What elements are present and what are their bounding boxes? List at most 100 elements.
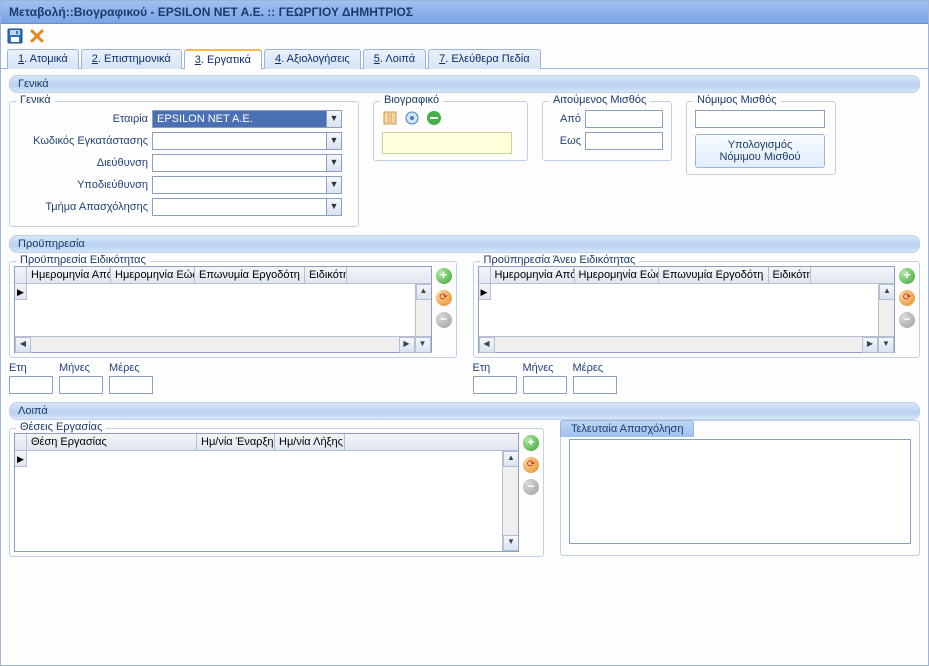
group-last-employment: Τελευταία Απασχόληση bbox=[560, 420, 920, 556]
scrollbar-vertical[interactable]: ▲ bbox=[878, 284, 894, 336]
company-input[interactable] bbox=[153, 111, 326, 127]
scroll-up-icon[interactable]: ▲ bbox=[503, 451, 518, 467]
add-row-icon[interactable] bbox=[523, 435, 539, 451]
remove-icon[interactable] bbox=[426, 110, 442, 126]
group-exp-nospecialty-title: Προϋπηρεσία Άνευ Ειδικότητας bbox=[480, 254, 640, 266]
open-icon[interactable] bbox=[404, 110, 420, 126]
company-label: Εταιρία bbox=[18, 113, 148, 125]
scroll-up-icon[interactable]: ▲ bbox=[879, 284, 894, 300]
legal-salary-input[interactable] bbox=[695, 110, 825, 128]
tab-evaluations[interactable]: 4. Αξιολογήσεις bbox=[264, 49, 361, 69]
tab-work[interactable]: 3. Εργατικά bbox=[184, 49, 262, 69]
group-exp-specialty-title: Προϋπηρεσία Ειδικότητας bbox=[16, 254, 150, 266]
scroll-left-icon[interactable]: ◀ bbox=[15, 337, 31, 353]
grid-exp-specialty[interactable]: Ημερομηνία Από Ημερομηνία Εώς Επωνυμία Ε… bbox=[14, 266, 432, 353]
scroll-up-icon[interactable]: ▲ bbox=[416, 284, 431, 300]
col-employer[interactable]: Επωνυμία Εργοδότη bbox=[195, 267, 305, 283]
save-icon[interactable] bbox=[7, 28, 23, 44]
col-date-to[interactable]: Ημερομηνία Εώς bbox=[575, 267, 659, 283]
group-legal-salary: Νόμιμος Μισθός Υπολογισμός Νόμιμου Μισθο… bbox=[686, 101, 836, 175]
scrollbar-horizontal[interactable]: ◀ ▶ ▼ bbox=[479, 336, 895, 352]
salary-to-input[interactable] bbox=[585, 132, 663, 150]
tabstrip: 1. Ατομικά 2. Επιστημονικά 3. Εργατικά 4… bbox=[1, 48, 928, 69]
group-cv-title: Βιογραφικό bbox=[380, 94, 443, 106]
col-specialty[interactable]: Ειδικότη bbox=[305, 267, 347, 283]
company-combo[interactable]: ▼ bbox=[152, 110, 342, 128]
col-date-from[interactable]: Ημερομηνία Από bbox=[491, 267, 575, 283]
row-indicator-icon: ▶ bbox=[15, 284, 27, 300]
scrollbar-horizontal[interactable]: ◀ ▶ ▼ bbox=[15, 336, 431, 352]
chevron-down-icon[interactable]: ▼ bbox=[326, 111, 341, 127]
scrollbar-vertical[interactable]: ▲ bbox=[415, 284, 431, 336]
col-end-date[interactable]: Ημ/νία Λήξης bbox=[275, 434, 345, 450]
last-employment-textarea[interactable] bbox=[569, 439, 911, 544]
scroll-right-icon[interactable]: ▶ bbox=[399, 337, 415, 353]
cv-file-field[interactable] bbox=[382, 132, 512, 154]
group-general: Γενικά Εταιρία ▼ Κωδικός Εγκατάστασης ▼ bbox=[9, 101, 359, 227]
months-input[interactable] bbox=[523, 376, 567, 394]
group-positions: Θέσεις Εργασίας Θέση Εργασίας Ημ/νία Ένα… bbox=[9, 428, 544, 557]
section-other-header: Λοιπά bbox=[9, 402, 920, 420]
tab-scientific[interactable]: 2. Επιστημονικά bbox=[81, 49, 182, 69]
delete-row-icon[interactable] bbox=[436, 312, 452, 328]
days-input[interactable] bbox=[573, 376, 617, 394]
scroll-down-icon[interactable]: ▼ bbox=[503, 535, 518, 551]
group-exp-nospecialty: Προϋπηρεσία Άνευ Ειδικότητας Ημερομηνία … bbox=[473, 261, 921, 358]
book-icon[interactable] bbox=[382, 110, 398, 126]
subaddress-input[interactable] bbox=[153, 177, 326, 193]
months-label: Μήνες bbox=[59, 362, 103, 374]
months-input[interactable] bbox=[59, 376, 103, 394]
add-row-icon[interactable] bbox=[899, 268, 915, 284]
group-requested-salary: Αιτούμενος Μισθός Από Εως bbox=[542, 101, 672, 161]
col-date-from[interactable]: Ημερομηνία Από bbox=[27, 267, 111, 283]
col-start-date[interactable]: Ημ/νία Έναρξης bbox=[197, 434, 275, 450]
scrollbar-vertical[interactable]: ▲ ▼ bbox=[502, 451, 518, 551]
calc-legal-salary-button[interactable]: Υπολογισμός Νόμιμου Μισθού bbox=[695, 134, 825, 168]
grid-positions[interactable]: Θέση Εργασίας Ημ/νία Έναρξης Ημ/νία Λήξη… bbox=[14, 433, 519, 552]
col-position[interactable]: Θέση Εργασίας bbox=[27, 434, 197, 450]
address-input[interactable] bbox=[153, 155, 326, 171]
grid-exp-nospecialty[interactable]: Ημερομηνία Από Ημερομηνία Εώς Επωνυμία Ε… bbox=[478, 266, 896, 353]
scroll-down-icon[interactable]: ▼ bbox=[878, 337, 894, 353]
delete-row-icon[interactable] bbox=[523, 479, 539, 495]
chevron-down-icon[interactable]: ▼ bbox=[326, 133, 341, 149]
group-cv: Βιογραφικό bbox=[373, 101, 528, 161]
years-label: Ετη bbox=[473, 362, 517, 374]
scroll-down-icon[interactable]: ▼ bbox=[415, 337, 431, 353]
chevron-down-icon[interactable]: ▼ bbox=[326, 199, 341, 215]
refresh-row-icon[interactable] bbox=[899, 290, 915, 306]
install-label: Κωδικός Εγκατάστασης bbox=[18, 135, 148, 147]
years-input[interactable] bbox=[9, 376, 53, 394]
refresh-row-icon[interactable] bbox=[523, 457, 539, 473]
toolbar bbox=[1, 24, 928, 48]
years-input[interactable] bbox=[473, 376, 517, 394]
dept-input[interactable] bbox=[153, 199, 326, 215]
section-experience-header: Προϋπηρεσία bbox=[9, 235, 920, 253]
col-specialty[interactable]: Ειδικότη bbox=[769, 267, 811, 283]
col-employer[interactable]: Επωνυμία Εργοδότη bbox=[659, 267, 769, 283]
group-positions-title: Θέσεις Εργασίας bbox=[16, 421, 106, 433]
tab-personal[interactable]: 1. Ατομικά bbox=[7, 49, 79, 69]
install-input[interactable] bbox=[153, 133, 326, 149]
days-input[interactable] bbox=[109, 376, 153, 394]
salary-from-input[interactable] bbox=[585, 110, 663, 128]
refresh-row-icon[interactable] bbox=[436, 290, 452, 306]
tab-free-fields[interactable]: 7. Ελεύθερα Πεδία bbox=[428, 49, 540, 69]
delete-row-icon[interactable] bbox=[899, 312, 915, 328]
add-row-icon[interactable] bbox=[436, 268, 452, 284]
tab-misc[interactable]: 5. Λοιπά bbox=[363, 49, 426, 69]
subaddress-combo[interactable]: ▼ bbox=[152, 176, 342, 194]
chevron-down-icon[interactable]: ▼ bbox=[326, 155, 341, 171]
scroll-left-icon[interactable]: ◀ bbox=[479, 337, 495, 353]
scroll-right-icon[interactable]: ▶ bbox=[862, 337, 878, 353]
row-indicator-icon: ▶ bbox=[15, 451, 27, 467]
delete-icon[interactable] bbox=[29, 28, 45, 44]
months-label: Μήνες bbox=[523, 362, 567, 374]
col-date-to[interactable]: Ημερομηνία Εώς bbox=[111, 267, 195, 283]
address-combo[interactable]: ▼ bbox=[152, 154, 342, 172]
group-exp-specialty: Προϋπηρεσία Ειδικότητας Ημερομηνία Από Η… bbox=[9, 261, 457, 358]
install-combo[interactable]: ▼ bbox=[152, 132, 342, 150]
chevron-down-icon[interactable]: ▼ bbox=[326, 177, 341, 193]
window-title: Μεταβολή::Βιογραφικού - EPSILON NET A.E.… bbox=[1, 1, 928, 24]
dept-combo[interactable]: ▼ bbox=[152, 198, 342, 216]
